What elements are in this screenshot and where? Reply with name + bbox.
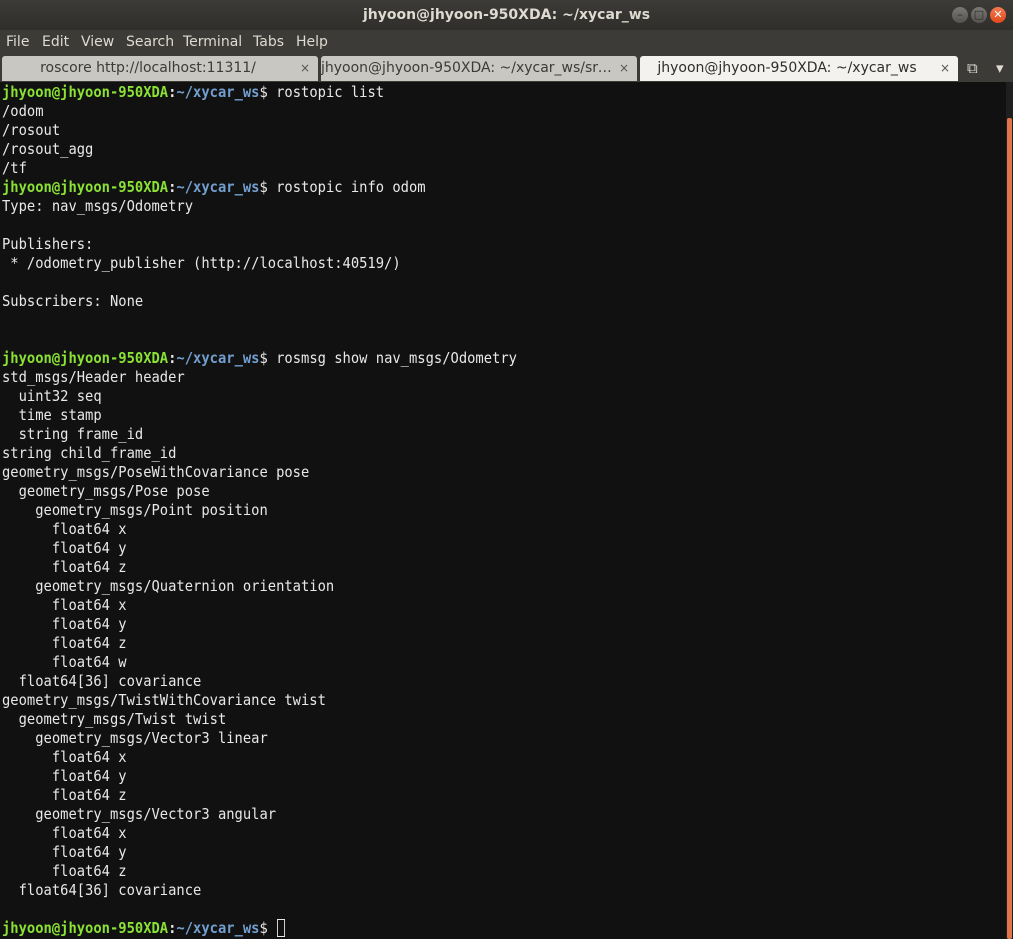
prompt-user: jhyoon@jhyoon-950XDA bbox=[2, 83, 169, 101]
menu-search[interactable]: Search bbox=[126, 30, 174, 55]
menu-bar: File Edit View Search Terminal Tabs Help bbox=[0, 30, 1013, 55]
prompt-line: jhyoon@jhyoon-950XDA:~/xycar_ws$ bbox=[2, 919, 286, 938]
output-line: Publishers: bbox=[2, 235, 94, 253]
output-line: geometry_msgs/Vector3 linear bbox=[2, 729, 268, 747]
output-line: float64 y bbox=[2, 615, 127, 633]
prompt-colon: : bbox=[168, 178, 177, 196]
output-line: float64 y bbox=[2, 767, 127, 785]
output-line: geometry_msgs/Pose pose bbox=[2, 482, 210, 500]
tab-close-icon[interactable]: × bbox=[940, 56, 950, 81]
output-line: float64 x bbox=[2, 748, 127, 766]
close-icon[interactable]: ✕ bbox=[990, 7, 1006, 23]
output-line: Subscribers: None bbox=[2, 292, 144, 310]
output-line: /odom bbox=[2, 102, 44, 120]
output-line: float64 x bbox=[2, 520, 127, 538]
tab-menu-icon[interactable]: ▾ bbox=[996, 55, 1004, 82]
prompt-line: jhyoon@jhyoon-950XDA:~/xycar_ws$ rostopi… bbox=[2, 83, 384, 102]
prompt-colon: : bbox=[168, 349, 177, 367]
prompt-colon: : bbox=[168, 83, 177, 101]
tab-label: jhyoon@jhyoon-950XDA: ~/xycar_ws/src/... bbox=[321, 60, 613, 76]
tab-close-icon[interactable]: × bbox=[619, 56, 629, 81]
output-line: geometry_msgs/Twist twist bbox=[2, 710, 227, 728]
window-title: jhyoon@jhyoon-950XDA: ~/xycar_ws bbox=[362, 7, 651, 23]
output-line: float64 w bbox=[2, 653, 127, 671]
prompt-symbol: $ bbox=[259, 919, 277, 937]
minimize-icon[interactable]: – bbox=[952, 7, 968, 23]
menu-view[interactable]: View bbox=[81, 30, 114, 55]
tab-close-icon[interactable]: × bbox=[300, 56, 310, 81]
terminal-window: jhyoon@jhyoon-950XDA: ~/xycar_ws – □ ✕ F… bbox=[0, 0, 1013, 939]
menu-terminal[interactable]: Terminal bbox=[183, 30, 242, 55]
output-line: /tf bbox=[2, 159, 27, 177]
output-line: uint32 seq bbox=[2, 387, 102, 405]
prompt-user: jhyoon@jhyoon-950XDA bbox=[2, 349, 169, 367]
output-line: float64 z bbox=[2, 558, 127, 576]
prompt-path: ~/xycar_ws bbox=[176, 349, 260, 367]
tab-label: roscore http://localhost:11311/ bbox=[40, 60, 256, 76]
tab-roscore[interactable]: roscore http://localhost:11311/ × bbox=[2, 56, 318, 81]
output-line: string frame_id bbox=[2, 425, 144, 443]
prompt-symbol: $ bbox=[259, 349, 277, 367]
output-line: /rosout_agg bbox=[2, 140, 94, 158]
prompt-symbol: $ bbox=[259, 178, 277, 196]
output-line: float64 x bbox=[2, 596, 127, 614]
title-bar[interactable]: jhyoon@jhyoon-950XDA: ~/xycar_ws – □ ✕ bbox=[0, 0, 1013, 30]
scrollbar-thumb[interactable] bbox=[1007, 118, 1012, 939]
output-line: float64 x bbox=[2, 824, 127, 842]
output-line: geometry_msgs/Quaternion orientation bbox=[2, 577, 335, 595]
tab-xycar-ws[interactable]: jhyoon@jhyoon-950XDA: ~/xycar_ws × bbox=[640, 56, 958, 81]
command-text: rostopic info odom bbox=[276, 178, 426, 196]
tab-bar: roscore http://localhost:11311/ × jhyoon… bbox=[0, 55, 1013, 82]
output-line: geometry_msgs/Vector3 angular bbox=[2, 805, 277, 823]
output-line: time stamp bbox=[2, 406, 102, 424]
maximize-icon[interactable]: □ bbox=[971, 7, 987, 23]
output-line: float64 z bbox=[2, 634, 127, 652]
terminal-output[interactable]: jhyoon@jhyoon-950XDA:~/xycar_ws$ rostopi… bbox=[0, 82, 1006, 939]
prompt-user: jhyoon@jhyoon-950XDA bbox=[2, 178, 169, 196]
menu-tabs[interactable]: Tabs bbox=[253, 30, 284, 55]
output-line: geometry_msgs/PoseWithCovariance pose bbox=[2, 463, 310, 481]
command-text: rostopic list bbox=[276, 83, 385, 101]
menu-file[interactable]: File bbox=[6, 30, 29, 55]
prompt-path: ~/xycar_ws bbox=[176, 919, 260, 937]
output-line: float64 z bbox=[2, 786, 127, 804]
menu-help[interactable]: Help bbox=[296, 30, 328, 55]
new-tab-icon[interactable]: ⧉ bbox=[967, 55, 978, 82]
output-line: geometry_msgs/TwistWithCovariance twist bbox=[2, 691, 326, 709]
output-line: * /odometry_publisher (http://localhost:… bbox=[2, 254, 401, 272]
tab-xycar-src[interactable]: jhyoon@jhyoon-950XDA: ~/xycar_ws/src/...… bbox=[321, 56, 637, 81]
prompt-line: jhyoon@jhyoon-950XDA:~/xycar_ws$ rosmsg … bbox=[2, 349, 517, 368]
prompt-symbol: $ bbox=[259, 83, 277, 101]
output-line: float64 z bbox=[2, 862, 127, 880]
output-line: float64[36] covariance bbox=[2, 881, 202, 899]
prompt-path: ~/xycar_ws bbox=[176, 83, 260, 101]
output-line: std_msgs/Header header bbox=[2, 368, 185, 386]
output-line: Type: nav_msgs/Odometry bbox=[2, 197, 194, 215]
menu-edit[interactable]: Edit bbox=[42, 30, 69, 55]
output-line: geometry_msgs/Point position bbox=[2, 501, 268, 519]
text-cursor bbox=[276, 919, 286, 937]
prompt-path: ~/xycar_ws bbox=[176, 178, 260, 196]
command-text: rosmsg show nav_msgs/Odometry bbox=[276, 349, 517, 367]
tab-label: jhyoon@jhyoon-950XDA: ~/xycar_ws bbox=[657, 60, 917, 76]
prompt-colon: : bbox=[168, 919, 177, 937]
output-line: float64 y bbox=[2, 843, 127, 861]
output-line: string child_frame_id bbox=[2, 444, 177, 462]
output-line: float64[36] covariance bbox=[2, 672, 202, 690]
prompt-line: jhyoon@jhyoon-950XDA:~/xycar_ws$ rostopi… bbox=[2, 178, 426, 197]
output-line: float64 y bbox=[2, 539, 127, 557]
output-line: /rosout bbox=[2, 121, 61, 139]
prompt-user: jhyoon@jhyoon-950XDA bbox=[2, 919, 169, 937]
scrollbar[interactable] bbox=[1006, 82, 1013, 939]
